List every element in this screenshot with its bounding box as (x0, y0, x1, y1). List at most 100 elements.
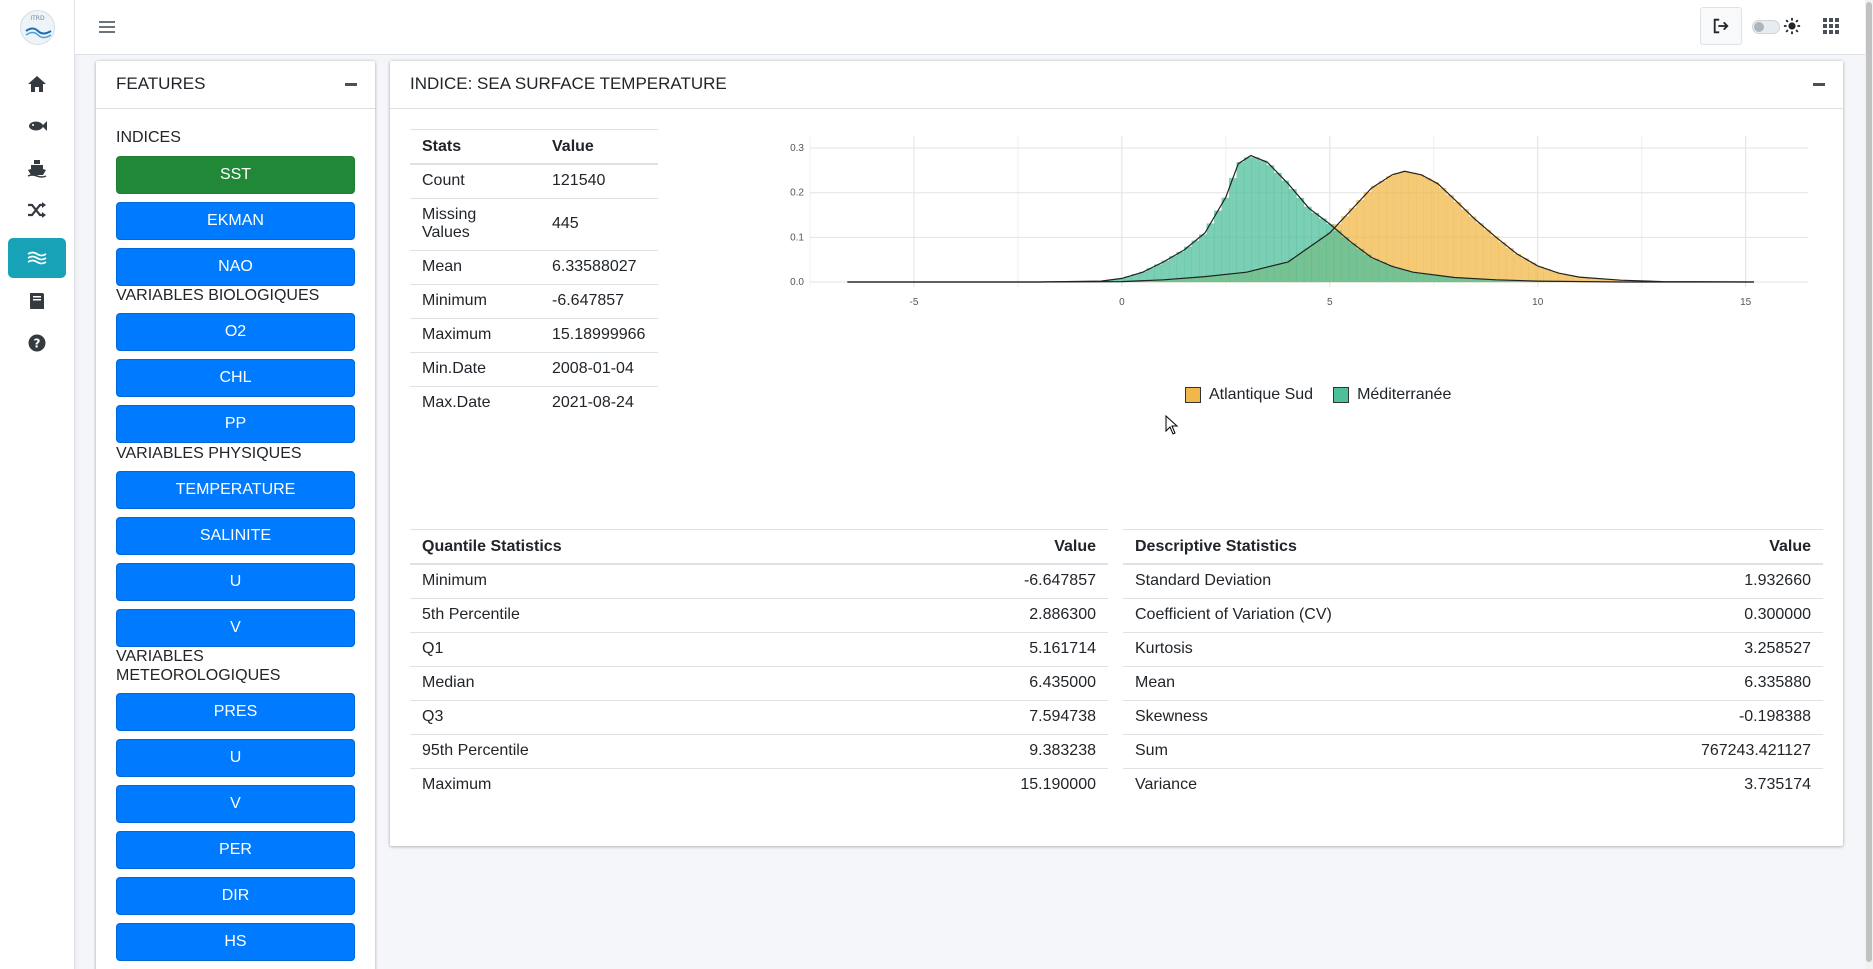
nav-fish[interactable] (8, 106, 66, 146)
histogram-bar-mediterranee (1416, 272, 1424, 283)
histogram-bar-mediterranee (1311, 212, 1320, 283)
histogram-bar-atlantique (1460, 209, 1469, 283)
stat-value: 2008-01-04 (540, 352, 658, 387)
histogram-bar-mediterranee (1423, 273, 1432, 283)
stat-value: 2021-08-24 (540, 386, 658, 420)
feature-button-meteo-u[interactable]: U (116, 739, 355, 777)
feature-button-u[interactable]: U (116, 563, 355, 601)
histogram-bar-mediterranee (1303, 206, 1312, 283)
row-value: 9.383238 (843, 734, 1108, 769)
histogram-bar-mediterranee (1213, 210, 1222, 283)
feature-button-sst[interactable]: SST (116, 156, 355, 194)
row-label: Sum (1123, 734, 1559, 769)
fish-icon (29, 121, 47, 131)
waves-icon (27, 251, 47, 265)
feature-button-temperature[interactable]: TEMPERATURE (116, 471, 355, 509)
apps-grid-icon[interactable] (1823, 18, 1839, 34)
stat-label: Max.Date (410, 386, 540, 420)
stat-label: Missing Values (410, 198, 540, 251)
hamburger-menu-icon[interactable] (97, 17, 117, 37)
feature-button-pp[interactable]: PP (116, 405, 355, 443)
feature-button-salinite[interactable]: SALINITE (116, 517, 355, 555)
histogram-bar-mediterranee (1393, 267, 1402, 283)
column-header: Quantile Statistics (410, 529, 844, 565)
scrollbar-thumb[interactable] (1866, 2, 1872, 962)
nav-help[interactable]: ? (8, 323, 66, 363)
collapse-indice-button[interactable] (1813, 83, 1825, 86)
histogram-bar-atlantique (1438, 187, 1447, 283)
histogram-bar-atlantique (1543, 269, 1552, 283)
app-logo[interactable]: ITRD (20, 10, 55, 45)
sun-icon[interactable] (1783, 17, 1801, 35)
row-label: Standard Deviation (1123, 563, 1559, 599)
stats-table: Stats Value Count 121540 Missing Values 44… (410, 129, 658, 420)
column-header: Stats (410, 129, 540, 165)
nav-home[interactable] (8, 64, 66, 104)
nav-shuffle[interactable] (8, 190, 66, 230)
row-label: Coefficient of Variation (CV) (1123, 598, 1559, 633)
row-label: Maximum (410, 768, 844, 802)
y-tick-label: 0.3 (790, 143, 804, 154)
histogram-bar-mediterranee (1333, 230, 1342, 283)
table-row: Missing Values 445 (410, 198, 658, 251)
column-header: Value (843, 529, 1108, 565)
histogram-bar-atlantique (1498, 242, 1507, 283)
table-row: 95th Percentile 9.383238 (410, 734, 1108, 769)
feature-button-per[interactable]: PER (116, 831, 355, 869)
stat-value: 121540 (540, 163, 658, 199)
mouse-cursor-icon (1165, 415, 1179, 435)
page-scrollbar[interactable] (1865, 0, 1873, 969)
home-icon (28, 76, 46, 92)
histogram-bar-atlantique (1408, 172, 1417, 283)
quantile-statistics-table: Quantile Statistics Value Minimum -6.6478… (410, 529, 1108, 802)
histogram-bar-mediterranee (1296, 197, 1305, 283)
table-row: Variance 3.735174 (1123, 768, 1823, 802)
collapse-features-button[interactable] (345, 83, 357, 86)
histogram-bar-mediterranee (1206, 223, 1215, 283)
table-row: Min.Date 2008-01-04 (410, 352, 658, 387)
stat-label: Minimum (410, 284, 540, 319)
group-label-bio: VARIABLES BIOLOGIQUES (116, 287, 320, 304)
histogram-bar-mediterranee (1281, 180, 1290, 283)
histogram-bar-atlantique (1520, 258, 1529, 283)
histogram-bar-mediterranee (1341, 236, 1350, 283)
feature-button-dir[interactable]: DIR (116, 877, 355, 915)
column-header: Value (540, 129, 658, 165)
feature-button-hs[interactable]: HS (116, 923, 355, 961)
table-header-row: Quantile Statistics Value (410, 529, 1108, 565)
column-header: Value (1558, 529, 1823, 565)
stat-value: 6.33588027 (540, 250, 658, 285)
row-label: Skewness (1123, 700, 1559, 735)
table-row: Standard Deviation 1.932660 (1123, 563, 1823, 599)
nav-book[interactable] (8, 281, 66, 321)
feature-button-pres[interactable]: PRES (116, 693, 355, 731)
feature-button-nao[interactable]: NAO (116, 248, 355, 286)
logout-button[interactable] (1700, 7, 1742, 45)
row-value: 767243.421127 (1558, 734, 1823, 769)
ship-icon (27, 160, 47, 178)
histogram-bar-atlantique (1505, 248, 1514, 283)
histogram-bar-mediterranee (1378, 262, 1387, 283)
x-tick-label: 0 (1119, 297, 1125, 308)
feature-button-meteo-v[interactable]: V (116, 785, 355, 823)
row-value: -0.198388 (1558, 700, 1823, 735)
histogram-bar-mediterranee (1161, 260, 1170, 283)
y-tick-label: 0.1 (790, 232, 804, 243)
feature-button-o2[interactable]: O2 (116, 313, 355, 351)
histogram-bar-atlantique (1401, 171, 1410, 283)
indice-title: INDICE: SEA SURFACE TEMPERATURE (410, 74, 727, 93)
histogram-bar-atlantique (1423, 177, 1432, 283)
stat-value: -6.647857 (540, 284, 658, 319)
feature-button-chl[interactable]: CHL (116, 359, 355, 397)
row-value: 3.258527 (1558, 632, 1823, 667)
legend-label-mediterranee: Méditerranée (1357, 386, 1452, 403)
nav-water-indices[interactable] (8, 238, 66, 278)
feature-button-v[interactable]: V (116, 609, 355, 647)
histogram-bar-mediterranee (1191, 240, 1200, 283)
feature-button-ekman[interactable]: EKMAN (116, 202, 355, 240)
nav-ship[interactable] (8, 148, 66, 188)
histogram-bar-mediterranee (1348, 243, 1357, 283)
theme-toggle[interactable] (1752, 20, 1780, 34)
table-row: Median 6.435000 (410, 666, 1108, 701)
histogram-bar-mediterranee (1169, 256, 1177, 283)
